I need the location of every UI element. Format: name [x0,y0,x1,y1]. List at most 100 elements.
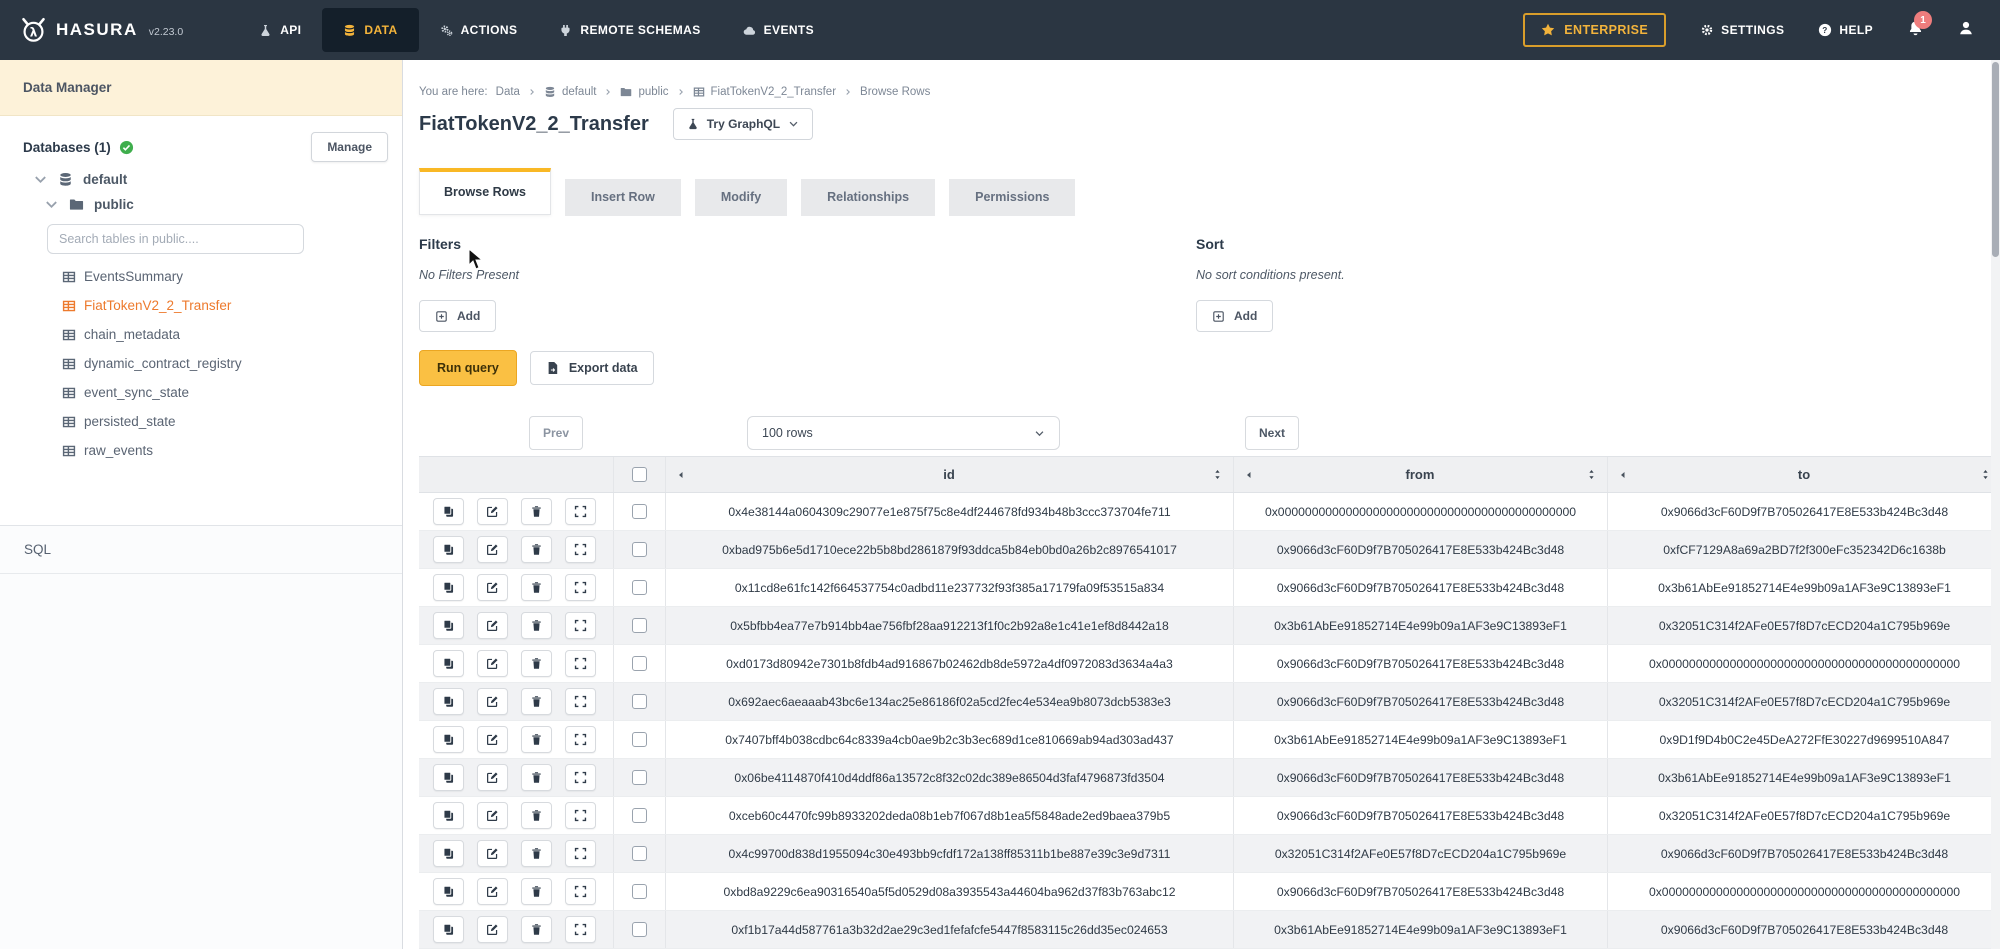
edit-row-button[interactable] [477,612,508,639]
row-checkbox[interactable] [632,542,647,557]
nav-item-api[interactable]: API [238,8,322,52]
settings-button[interactable]: SETTINGS [1700,23,1784,37]
nav-item-remote-schemas[interactable]: REMOTE SCHEMAS [538,8,721,52]
edit-row-button[interactable] [477,726,508,753]
trash-row-button[interactable] [521,802,552,829]
expand-row-button[interactable] [565,536,596,563]
notifications-button[interactable]: 1 [1907,19,1924,41]
copy-row-button[interactable] [433,916,464,943]
scrollbar-thumb[interactable] [1992,62,1999,257]
select-all-checkbox[interactable] [632,467,647,482]
tab-permissions[interactable]: Permissions [949,179,1075,216]
copy-row-button[interactable] [433,688,464,715]
row-checkbox[interactable] [632,846,647,861]
row-checkbox[interactable] [632,732,647,747]
trash-row-button[interactable] [521,878,552,905]
edit-row-button[interactable] [477,802,508,829]
collapse-column-icon[interactable] [1618,470,1628,480]
copy-row-button[interactable] [433,764,464,791]
breadcrumb-item-public[interactable]: public [620,86,668,98]
sort-icon[interactable] [1212,469,1223,480]
trash-row-button[interactable] [521,650,552,677]
rows-per-page-select[interactable]: 100 rows [747,416,1060,450]
nav-item-events[interactable]: EVENTS [722,8,835,52]
copy-row-button[interactable] [433,878,464,905]
expand-row-button[interactable] [565,650,596,677]
sidebar-table-fiattokenv2-2-transfer[interactable]: FiatTokenV2_2_Transfer [0,291,402,320]
breadcrumb-item-default[interactable]: default [544,86,597,98]
trash-row-button[interactable] [521,840,552,867]
edit-row-button[interactable] [477,840,508,867]
expand-row-button[interactable] [565,916,596,943]
expand-row-button[interactable] [565,688,596,715]
page-scrollbar[interactable] [1991,60,2000,949]
row-checkbox[interactable] [632,884,647,899]
copy-row-button[interactable] [433,802,464,829]
chevron-down-icon[interactable] [44,197,59,212]
breadcrumb-item-data[interactable]: Data [496,86,520,98]
expand-row-button[interactable] [565,612,596,639]
edit-row-button[interactable] [477,498,508,525]
sidebar-database-default[interactable]: default [0,172,402,187]
collapse-column-icon[interactable] [1244,470,1254,480]
trash-row-button[interactable] [521,726,552,753]
nav-item-data[interactable]: DATA [322,8,418,52]
tab-relationships[interactable]: Relationships [801,179,935,216]
breadcrumb-item-fiattokenv2-2-transfer[interactable]: FiatTokenV2_2_Transfer [693,86,837,98]
edit-row-button[interactable] [477,764,508,791]
table-search-input[interactable] [47,224,304,254]
copy-row-button[interactable] [433,840,464,867]
manage-button[interactable]: Manage [311,132,388,162]
row-checkbox[interactable] [632,656,647,671]
row-checkbox[interactable] [632,922,647,937]
tab-insert-row[interactable]: Insert Row [565,179,681,216]
copy-row-button[interactable] [433,498,464,525]
try-graphql-button[interactable]: Try GraphQL [673,108,813,140]
edit-row-button[interactable] [477,650,508,677]
export-data-button[interactable]: Export data [530,351,654,385]
breadcrumb-item-browse-rows[interactable]: Browse Rows [860,86,930,98]
expand-row-button[interactable] [565,878,596,905]
trash-row-button[interactable] [521,612,552,639]
edit-row-button[interactable] [477,536,508,563]
trash-row-button[interactable] [521,688,552,715]
row-checkbox[interactable] [632,694,647,709]
sidebar-schema-public[interactable]: public [0,197,402,212]
edit-row-button[interactable] [477,574,508,601]
add-sort-button[interactable]: Add [1196,300,1273,332]
brand[interactable]: λ HASURA v2.23.0 [20,17,183,44]
next-page-button[interactable]: Next [1245,416,1299,450]
sidebar-table-raw-events[interactable]: raw_events [0,436,402,465]
user-menu-button[interactable] [1958,20,1974,41]
trash-row-button[interactable] [521,498,552,525]
trash-row-button[interactable] [521,574,552,601]
trash-row-button[interactable] [521,536,552,563]
edit-row-button[interactable] [477,688,508,715]
sidebar-table-dynamic-contract-registry[interactable]: dynamic_contract_registry [0,349,402,378]
edit-row-button[interactable] [477,878,508,905]
row-checkbox[interactable] [632,808,647,823]
nav-item-actions[interactable]: ACTIONS [419,8,539,52]
expand-row-button[interactable] [565,574,596,601]
add-filter-button[interactable]: Add [419,300,496,332]
trash-row-button[interactable] [521,916,552,943]
copy-row-button[interactable] [433,574,464,601]
chevron-down-icon[interactable] [33,172,48,187]
run-query-button[interactable]: Run query [419,350,517,386]
collapse-column-icon[interactable] [676,470,686,480]
row-checkbox[interactable] [632,504,647,519]
enterprise-button[interactable]: ENTERPRISE [1523,13,1666,47]
copy-row-button[interactable] [433,536,464,563]
sidebar-table-event-sync-state[interactable]: event_sync_state [0,378,402,407]
copy-row-button[interactable] [433,612,464,639]
trash-row-button[interactable] [521,764,552,791]
expand-row-button[interactable] [565,802,596,829]
row-checkbox[interactable] [632,770,647,785]
row-checkbox[interactable] [632,618,647,633]
sort-icon[interactable] [1586,469,1597,480]
row-checkbox[interactable] [632,580,647,595]
copy-row-button[interactable] [433,650,464,677]
edit-row-button[interactable] [477,916,508,943]
expand-row-button[interactable] [565,764,596,791]
sidebar-item-sql[interactable]: SQL [0,526,402,574]
